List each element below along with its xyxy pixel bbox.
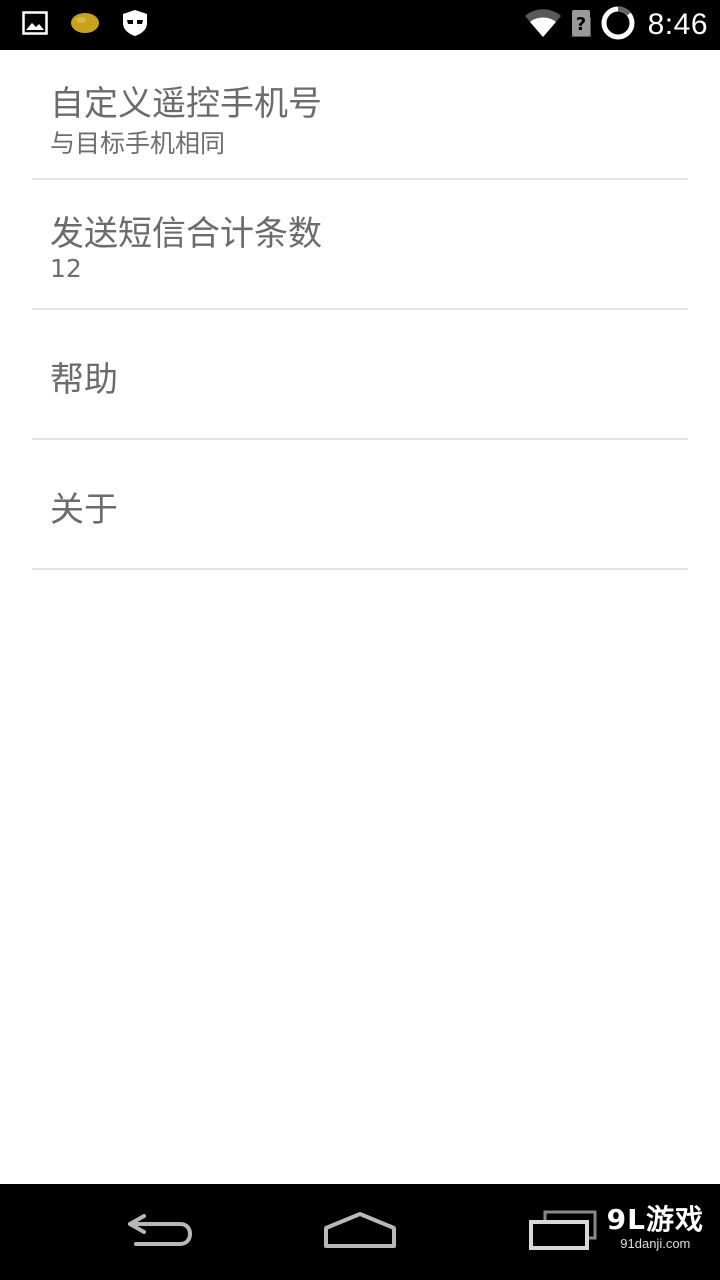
pref-title: 关于 xyxy=(50,490,118,530)
mask-notification-icon xyxy=(122,9,148,41)
back-button[interactable] xyxy=(115,1208,205,1256)
status-bar: ? 8:46 xyxy=(0,0,720,50)
pref-about[interactable]: 关于 xyxy=(32,440,688,570)
recent-apps-button[interactable] xyxy=(518,1208,608,1256)
home-button[interactable] xyxy=(315,1208,405,1256)
pref-sms-total-count[interactable]: 发送短信合计条数 12 xyxy=(32,180,688,310)
pref-title: 发送短信合计条数 xyxy=(50,214,322,254)
settings-content: 自定义遥控手机号 与目标手机相同 发送短信合计条数 12 帮助 关于 xyxy=(0,50,720,1184)
pref-summary: 12 xyxy=(50,254,82,283)
back-icon xyxy=(124,1210,196,1254)
pref-title: 自定义遥控手机号 xyxy=(50,84,322,124)
pref-title: 帮助 xyxy=(50,360,118,400)
preference-list: 自定义遥控手机号 与目标手机相同 发送短信合计条数 12 帮助 关于 xyxy=(0,50,720,570)
home-icon xyxy=(322,1210,398,1254)
image-notification-icon xyxy=(22,11,48,39)
no-sim-icon: ? xyxy=(570,8,592,42)
pref-help[interactable]: 帮助 xyxy=(32,310,688,440)
watermark-url: 91danji.com xyxy=(620,1236,691,1251)
pref-summary: 与目标手机相同 xyxy=(50,129,226,158)
notification-icons xyxy=(22,10,148,40)
status-clock: 8:46 xyxy=(647,8,708,41)
pref-custom-remote-number[interactable]: 自定义遥控手机号 与目标手机相同 xyxy=(32,50,688,180)
lemon-notification-icon xyxy=(70,11,100,39)
recent-apps-icon xyxy=(527,1210,599,1254)
battery-circle-icon xyxy=(600,5,636,45)
svg-text:?: ? xyxy=(575,14,585,35)
site-watermark: 9L游戏 91danji.com xyxy=(607,1198,704,1251)
system-status-icons: ? 8:46 xyxy=(524,6,708,44)
wifi-icon xyxy=(524,8,562,42)
watermark-logo-text: 9L游戏 xyxy=(606,1203,704,1236)
navigation-bar: 9L游戏 91danji.com xyxy=(0,1184,720,1280)
